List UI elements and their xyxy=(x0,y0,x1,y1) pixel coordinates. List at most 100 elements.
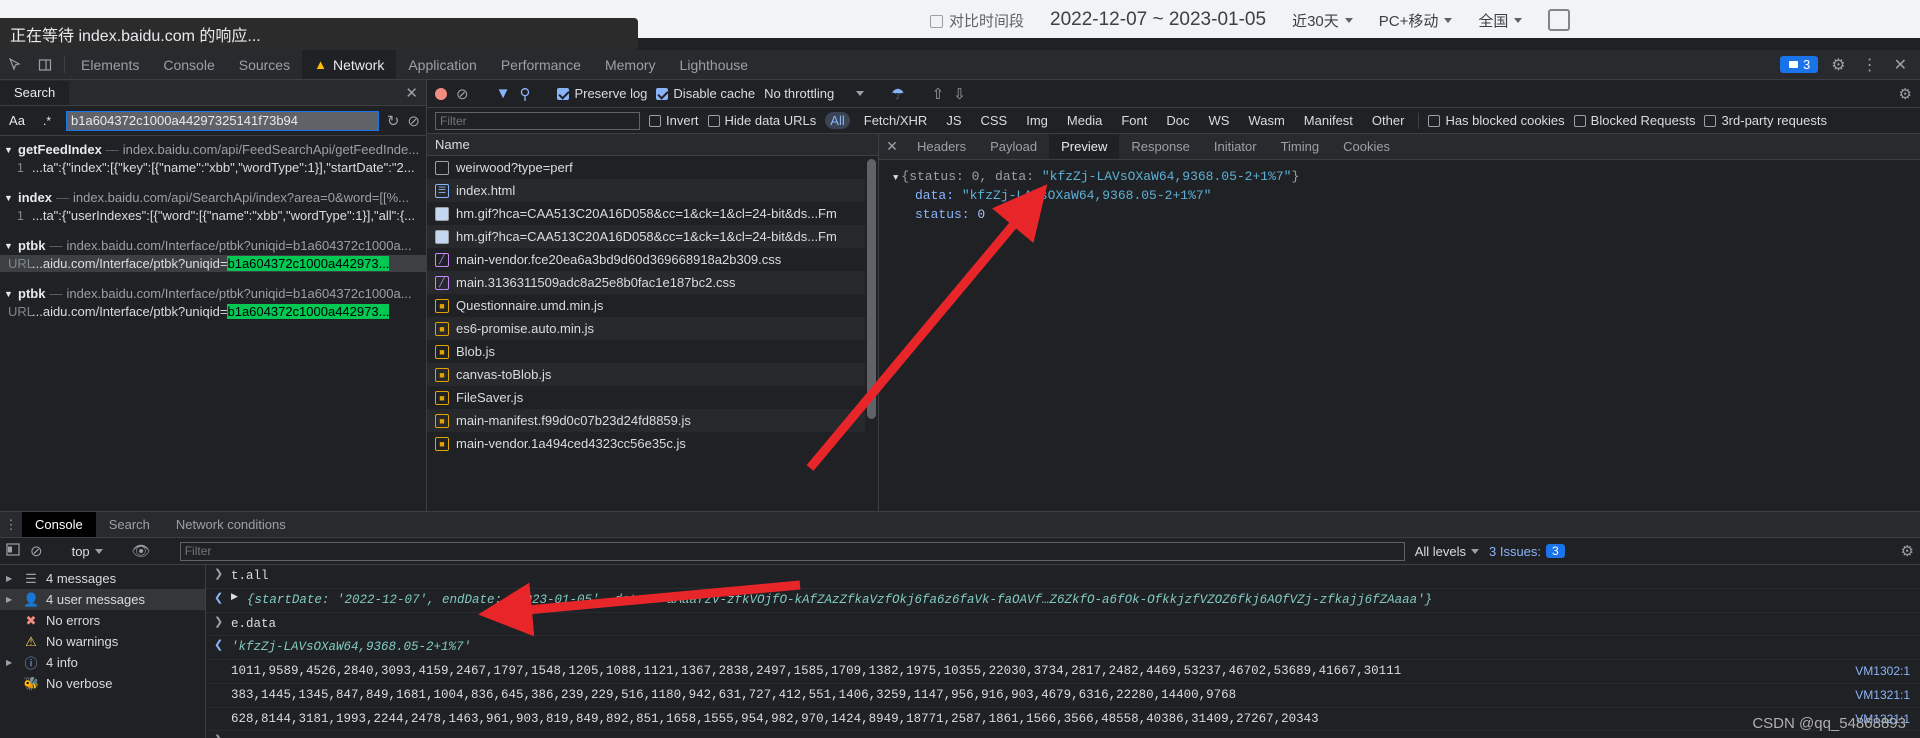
tab-performance[interactable]: Performance xyxy=(489,50,593,79)
compare-period-checkbox[interactable]: 对比时间段 xyxy=(930,10,1024,31)
blocked-requests-checkbox[interactable]: Blocked Requests xyxy=(1573,113,1695,128)
tab-headers[interactable]: Headers xyxy=(905,134,978,159)
hide-data-urls-checkbox[interactable]: Hide data URLs xyxy=(707,113,816,128)
preview-root-row[interactable]: ▼ {status: 0, data: "kfzZj-LAVsOXaW64,936… xyxy=(893,168,1920,187)
scrollbar-thumb[interactable] xyxy=(867,159,876,419)
gear-icon[interactable]: ⚙ xyxy=(1899,85,1912,103)
export-har-icon[interactable]: ⇩ xyxy=(953,85,966,103)
sidebar-item-errors[interactable]: ✖ No errors xyxy=(0,610,205,631)
console-source-link[interactable]: VM1321:1 xyxy=(1855,686,1910,704)
table-row[interactable]: ■ canvas-toBlob.js xyxy=(427,363,878,386)
device-toolbar-icon[interactable] xyxy=(30,50,60,79)
tab-cookies[interactable]: Cookies xyxy=(1331,134,1402,159)
console-output-line[interactable]: ❮ ▶ {startDate: '2022-12-07', endDate: '… xyxy=(206,589,1920,613)
filter-type-wasm[interactable]: Wasm xyxy=(1243,112,1289,129)
console-input-line[interactable]: ❯ e.data xyxy=(206,613,1920,637)
table-row[interactable]: ■ main-vendor.1a494ced4323cc56e35c.js xyxy=(427,432,878,455)
console-output-line[interactable]: ❮ 'kfzZj-LAVsOXaW64,9368.05-2+1%7' xyxy=(206,636,1920,660)
table-row[interactable]: ☰ index.html xyxy=(427,179,878,202)
table-row[interactable]: hm.gif?hca=CAA513C20A16D058&cc=1&ck=1&cl… xyxy=(427,202,878,225)
filter-type-doc[interactable]: Doc xyxy=(1161,112,1194,129)
tab-preview[interactable]: Preview xyxy=(1049,134,1120,159)
table-row[interactable]: ╱ main.3136311509adc8a25e8b0fac1e187bc2.… xyxy=(427,271,878,294)
drawer-tab-search[interactable]: Search xyxy=(96,512,163,537)
sidebar-item-messages[interactable]: ▶ ☰ 4 messages xyxy=(0,568,205,589)
console-values-line[interactable]: ❯ 628,8144,3181,1993,2244,2478,1463,961,… xyxy=(206,708,1920,732)
tab-timing[interactable]: Timing xyxy=(1269,134,1332,159)
search-result-header[interactable]: ▼ index — index.baidu.com/api/SearchApi/… xyxy=(0,188,426,207)
region-select[interactable]: 全国 xyxy=(1478,10,1523,31)
more-vertical-icon[interactable]: ⋮ xyxy=(1859,55,1881,75)
wifi-icon[interactable]: ☂ xyxy=(891,85,904,103)
search-result-header[interactable]: ▼ ptbk — index.baidu.com/Interface/ptbk?… xyxy=(0,284,426,303)
range-select[interactable]: 近30天 xyxy=(1292,10,1353,31)
sidebar-item-verbose[interactable]: 🐝 No verbose xyxy=(0,673,205,694)
regex-button[interactable]: .* xyxy=(36,114,58,128)
filter-type-media[interactable]: Media xyxy=(1062,112,1107,129)
console-values-line[interactable]: ❯ 1011,9589,4526,2840,3093,4159,2467,179… xyxy=(206,660,1920,684)
invert-checkbox[interactable]: Invert xyxy=(649,113,699,128)
inspect-element-icon[interactable] xyxy=(0,50,30,79)
tab-sources[interactable]: Sources xyxy=(227,50,302,79)
sidebar-item-user-messages[interactable]: ▶ 👤 4 user messages xyxy=(0,589,205,610)
filter-type-css[interactable]: CSS xyxy=(976,112,1013,129)
search-result-header[interactable]: ▼ ptbk — index.baidu.com/Interface/ptbk?… xyxy=(0,236,426,255)
clear-console-icon[interactable]: ⊘ xyxy=(30,542,43,560)
table-row[interactable]: ■ es6-promise.auto.min.js xyxy=(427,317,878,340)
gear-icon[interactable]: ⚙ xyxy=(1901,542,1914,560)
console-values-line[interactable]: ❯ 383,1445,1345,847,849,1681,1004,836,64… xyxy=(206,684,1920,708)
import-har-icon[interactable]: ⇧ xyxy=(932,85,945,103)
drawer-tab-console[interactable]: Console xyxy=(22,512,96,537)
live-expression-icon[interactable]: 👁 xyxy=(132,542,151,560)
console-prompt-line[interactable]: ❯ xyxy=(206,731,1920,738)
filter-type-other[interactable]: Other xyxy=(1367,112,1410,129)
close-icon[interactable]: ✕ xyxy=(1891,55,1910,75)
table-row[interactable]: ■ Questionnaire.umd.min.js xyxy=(427,294,878,317)
tab-lighthouse[interactable]: Lighthouse xyxy=(668,50,761,79)
record-icon[interactable] xyxy=(435,87,447,100)
filter-type-all[interactable]: All xyxy=(825,112,850,129)
refresh-icon[interactable]: ↻ xyxy=(387,112,400,130)
table-row[interactable]: ■ FileSaver.js xyxy=(427,386,878,409)
expand-icon[interactable] xyxy=(1548,9,1571,31)
sidebar-item-warnings[interactable]: ⚠ No warnings xyxy=(0,631,205,652)
tab-memory[interactable]: Memory xyxy=(593,50,668,79)
search-input[interactable] xyxy=(66,110,379,131)
search-result-line[interactable]: 1 ...ta":{"index":[{"key":[{"name":"xbb"… xyxy=(0,159,426,176)
drawer-tab-network-conditions[interactable]: Network conditions xyxy=(163,512,299,537)
more-vertical-icon[interactable]: ⋮ xyxy=(0,512,22,537)
log-levels-select[interactable]: All levels xyxy=(1415,544,1479,559)
table-row[interactable]: ■ Blob.js xyxy=(427,340,878,363)
console-input-line[interactable]: ❯ t.all xyxy=(206,565,1920,589)
gear-icon[interactable]: ⚙ xyxy=(1828,55,1848,75)
filter-type-img[interactable]: Img xyxy=(1021,112,1053,129)
search-result-line[interactable]: 1 ...ta":{"userIndexes":[{"word":[{"name… xyxy=(0,207,426,224)
filter-icon[interactable]: ▼ xyxy=(496,85,511,102)
filter-type-fetch-xhr[interactable]: Fetch/XHR xyxy=(859,112,933,129)
clear-icon[interactable]: ⊘ xyxy=(407,112,420,130)
search-icon[interactable]: ⚲ xyxy=(519,85,530,103)
table-row[interactable]: ╱ main-vendor.fce20ea6a3bd9d60d369668918… xyxy=(427,248,878,271)
tab-elements[interactable]: Elements xyxy=(69,50,151,79)
filter-type-ws[interactable]: WS xyxy=(1203,112,1234,129)
close-icon[interactable]: ✕ xyxy=(405,84,418,102)
device-select[interactable]: PC+移动 xyxy=(1379,10,1453,31)
third-party-requests-checkbox[interactable]: 3rd-party requests xyxy=(1704,113,1827,128)
tab-console[interactable]: Console xyxy=(151,50,226,79)
preserve-log-checkbox[interactable]: Preserve log xyxy=(557,86,647,101)
throttling-select[interactable]: No throttling xyxy=(764,86,865,101)
sidebar-item-info[interactable]: ▶ ⓘ 4 info xyxy=(0,652,205,673)
table-row[interactable]: weirwood?type=perf xyxy=(427,156,878,179)
network-filter-input[interactable] xyxy=(435,111,640,130)
tab-initiator[interactable]: Initiator xyxy=(1202,134,1269,159)
tab-network[interactable]: ▲ Network xyxy=(302,50,397,79)
search-result-line[interactable]: URL ...aidu.com/Interface/ptbk?uniqid=b1… xyxy=(0,255,426,272)
sidebar-toggle-icon[interactable] xyxy=(6,542,20,560)
clear-icon[interactable]: ⊘ xyxy=(456,85,469,103)
tab-payload[interactable]: Payload xyxy=(978,134,1049,159)
close-icon[interactable]: ✕ xyxy=(879,134,905,159)
tab-response[interactable]: Response xyxy=(1119,134,1202,159)
has-blocked-cookies-checkbox[interactable]: Has blocked cookies xyxy=(1428,113,1565,128)
console-issues-link[interactable]: 3 Issues: 3 xyxy=(1489,544,1565,559)
filter-type-js[interactable]: JS xyxy=(941,112,966,129)
